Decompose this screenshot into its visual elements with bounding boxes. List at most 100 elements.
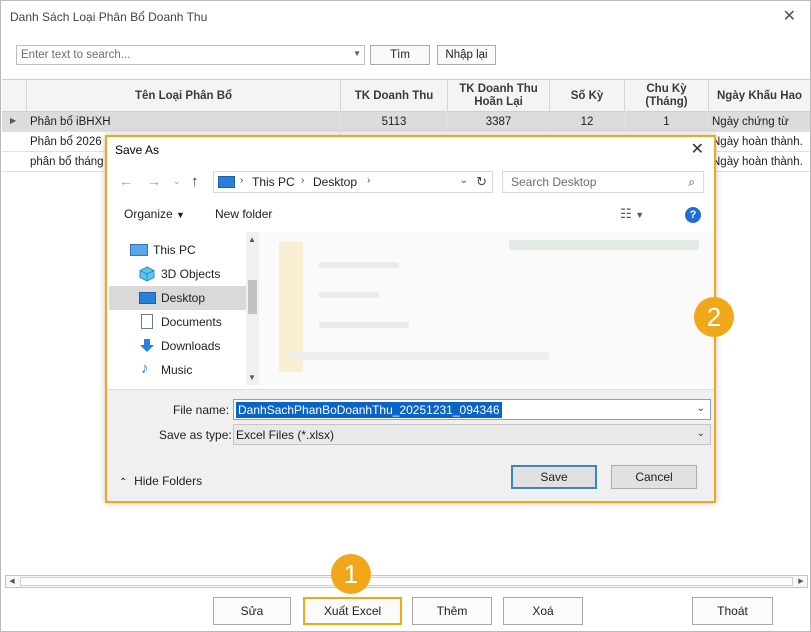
column-header[interactable]: Ngày Khấu Hao — [709, 80, 810, 112]
delete-button[interactable]: Xoá — [503, 597, 583, 625]
tree-item-label: Downloads — [161, 339, 221, 353]
document-icon — [141, 314, 153, 329]
this-pc-icon — [130, 244, 148, 256]
desktop-search-input[interactable] — [503, 172, 673, 192]
title-bar: Danh Sách Loại Phân Bổ Doanh Thu ✕ — [1, 1, 810, 35]
new-folder-button[interactable]: New folder — [215, 207, 272, 221]
blurred-content — [319, 322, 409, 328]
tree-item-this-pc[interactable]: This PC — [109, 238, 246, 262]
chevron-down-icon[interactable]: ⌄ — [697, 428, 705, 439]
address-segment[interactable]: This PC — [252, 175, 295, 189]
tree-item-label: 3D Objects — [161, 267, 221, 281]
scroll-down-icon[interactable]: ▼ — [248, 373, 256, 382]
scroll-thumb[interactable] — [20, 577, 793, 586]
cell[interactable]: Ngày hoàn thành. — [709, 132, 810, 152]
cell[interactable]: 12 — [550, 112, 625, 132]
column-header[interactable]: Số Kỳ — [550, 80, 625, 112]
chevron-down-icon[interactable]: ▼ — [353, 49, 361, 58]
edit-button[interactable]: Sửa — [213, 597, 291, 625]
close-icon[interactable]: ✕ — [783, 7, 796, 27]
chevron-right-icon[interactable]: › — [301, 175, 304, 186]
column-header[interactable]: TK Doanh Thu Hoãn Lại — [448, 80, 550, 112]
cell[interactable]: Phân bổ iBHXH — [27, 112, 341, 132]
chevron-down-icon[interactable]: ⌄ — [460, 175, 468, 186]
help-icon[interactable]: ? — [685, 207, 701, 223]
address-segment[interactable]: Desktop — [313, 175, 357, 189]
scroll-right-icon[interactable]: ▶ — [795, 576, 807, 587]
horizontal-scrollbar[interactable]: ◀ ▶ — [5, 575, 808, 588]
cancel-button[interactable]: Cancel — [611, 465, 697, 489]
cell[interactable]: Ngày hoàn thành. — [709, 152, 810, 172]
blurred-content — [319, 262, 399, 268]
view-options-icon[interactable]: ☷ ▼ — [620, 206, 644, 222]
export-excel-button[interactable]: Xuất Excel — [303, 597, 402, 625]
blurred-content — [509, 240, 699, 250]
row-indicator-header — [2, 80, 27, 112]
chevron-right-icon[interactable]: › — [240, 175, 243, 186]
table-row[interactable]: ▶ Phân bổ iBHXH 5113 3387 12 1 Ngày chứn… — [2, 112, 810, 132]
tree-item-3d-objects[interactable]: 3D Objects — [109, 262, 246, 286]
cell[interactable]: 5113 — [341, 112, 448, 132]
recent-chevron-icon[interactable]: ⌄ — [173, 176, 181, 187]
save-type-label: Save as type: — [159, 428, 232, 442]
scroll-left-icon[interactable]: ◀ — [6, 576, 18, 587]
tree-item-documents[interactable]: Documents — [109, 310, 246, 334]
tree-item-downloads[interactable]: Downloads — [109, 334, 246, 358]
chevron-down-icon: ▼ — [176, 210, 185, 220]
download-arrow-icon — [139, 338, 155, 352]
file-name-field[interactable]: DanhSachPhanBoDoanhThu_20251231_094346 ⌄ — [233, 399, 711, 420]
organize-label: Organize — [124, 207, 173, 221]
reset-button[interactable]: Nhập lại — [437, 45, 496, 65]
step-badge-1: 1 — [331, 554, 371, 594]
tree-item-desktop[interactable]: Desktop — [109, 286, 246, 310]
save-type-value: Excel Files (*.xlsx) — [236, 428, 335, 442]
back-arrow-icon[interactable]: ← — [119, 173, 133, 189]
folder-tree: This PC 3D Objects Desktop Documents Dow… — [109, 232, 246, 385]
cell[interactable]: Ngày chứng từ — [709, 112, 810, 132]
dialog-title: Save As — [115, 143, 160, 157]
dialog-close-icon[interactable]: ✕ — [691, 139, 704, 159]
hide-folders-label: Hide Folders — [134, 474, 203, 488]
file-list-area[interactable] — [259, 232, 714, 385]
hide-folders-button[interactable]: ⌃ Hide Folders — [119, 474, 202, 488]
save-button[interactable]: Save — [511, 465, 597, 489]
save-as-dialog: Save As ✕ ← → ⌄ ↑ › This PC › Desktop › … — [105, 135, 716, 503]
save-type-select[interactable]: Excel Files (*.xlsx) ⌄ — [233, 424, 711, 445]
column-header[interactable]: Tên Loại Phân Bổ — [27, 80, 341, 112]
file-name-label: File name: — [173, 403, 230, 417]
scroll-up-icon[interactable]: ▲ — [248, 235, 256, 244]
column-header[interactable]: Chu Kỳ (Tháng) — [625, 80, 709, 112]
organize-button[interactable]: Organize ▼ — [124, 207, 185, 221]
command-bar: Organize ▼ New folder ☷ ▼ ? — [107, 201, 714, 229]
scroll-thumb[interactable] — [248, 280, 257, 314]
up-arrow-icon[interactable]: ↑ — [191, 173, 199, 190]
forward-arrow-icon[interactable]: → — [147, 173, 161, 189]
column-header[interactable]: TK Doanh Thu — [341, 80, 448, 112]
file-name-value[interactable]: DanhSachPhanBoDoanhThu_20251231_094346 — [236, 402, 502, 418]
cell[interactable]: 1 — [625, 112, 709, 132]
address-bar[interactable]: › This PC › Desktop › ⌄ ↻ — [213, 171, 493, 193]
tree-scrollbar[interactable]: ▲ ▼ — [246, 232, 259, 385]
exit-button[interactable]: Thoát — [692, 597, 773, 625]
tree-item-label: Music — [161, 363, 193, 377]
this-pc-icon — [218, 176, 235, 188]
desktop-icon — [139, 292, 156, 304]
tree-item-label: Desktop — [161, 291, 206, 305]
window-title: Danh Sách Loại Phân Bổ Doanh Thu — [10, 10, 208, 24]
chevron-down-icon[interactable]: ⌄ — [697, 403, 705, 414]
add-button[interactable]: Thêm — [412, 597, 492, 625]
desktop-search-box[interactable]: ⌕ — [502, 171, 704, 193]
blurred-content — [289, 352, 549, 360]
find-button[interactable]: Tìm — [370, 45, 430, 65]
music-note-icon: ♪ — [141, 360, 149, 377]
search-combo[interactable]: ▼ — [16, 45, 365, 65]
refresh-icon[interactable]: ↻ — [476, 174, 487, 190]
tree-item-music[interactable]: ♪ Music — [109, 358, 246, 382]
search-input[interactable] — [17, 46, 342, 64]
cube-icon — [139, 266, 155, 282]
chevron-up-icon: ⌃ — [119, 477, 128, 488]
chevron-right-icon[interactable]: › — [367, 175, 370, 186]
cell[interactable]: 3387 — [448, 112, 550, 132]
blurred-content — [319, 292, 379, 298]
search-icon[interactable]: ⌕ — [688, 175, 695, 190]
